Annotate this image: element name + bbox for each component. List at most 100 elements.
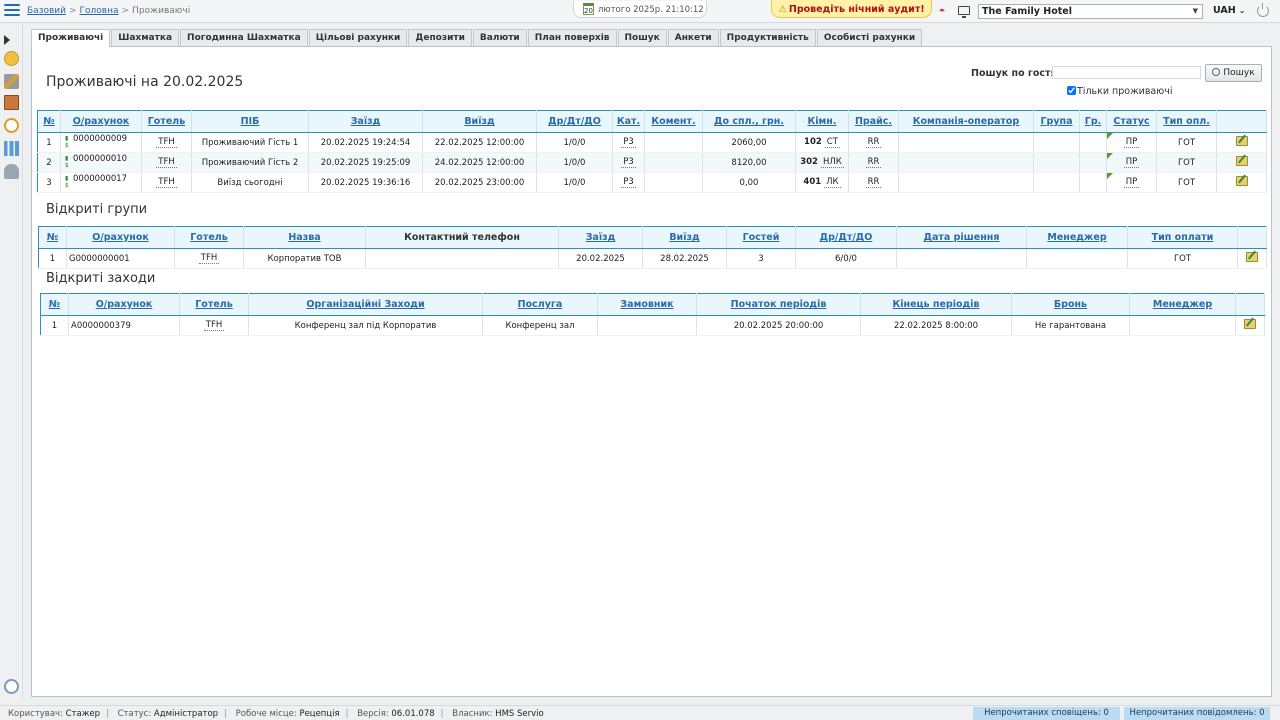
table-row[interactable]: 1 A0000000379 TFH Конференц зал під Корп…	[40, 315, 1265, 336]
tab-residents[interactable]: Проживаючі	[31, 29, 111, 47]
col-hotel[interactable]: Готель	[174, 226, 244, 249]
power-icon[interactable]	[1257, 3, 1269, 17]
col-booking[interactable]: Бронь	[1011, 293, 1130, 316]
col-name[interactable]: Назва	[243, 226, 366, 249]
col-number[interactable]: №	[37, 110, 61, 133]
col-price[interactable]: Прайс.	[848, 110, 899, 133]
guests: 1/0/0	[536, 132, 613, 153]
col-number[interactable]: №	[38, 226, 67, 249]
col-account[interactable]: О/рахунок	[68, 293, 180, 316]
table-row[interactable]: 2 ▮ $ 0000000010 TFH Проживаючий Гість 2 2…	[37, 152, 1267, 173]
journal-icon[interactable]	[4, 95, 19, 110]
col-split[interactable]: Др/Дт/ДО	[795, 226, 897, 249]
col-check-out[interactable]: Виїзд	[422, 110, 537, 133]
col-category[interactable]: Кат.	[612, 110, 645, 133]
price-code: RR	[865, 157, 882, 168]
col-guests[interactable]: Др/Дт/ДО	[536, 110, 613, 133]
unread-messages[interactable]: Непрочитаних повідомлень: 0	[1124, 707, 1270, 720]
col-due[interactable]: До спл., грн.	[702, 110, 796, 133]
tab-chessboard[interactable]: Шахматка	[111, 29, 180, 47]
tab-deposits[interactable]: Депозити	[408, 29, 472, 47]
tab-currencies[interactable]: Валюти	[472, 29, 527, 47]
col-event[interactable]: Організаційні Заходи	[248, 293, 483, 316]
hotel-select[interactable]: The Family Hotel ▼	[978, 4, 1203, 19]
col-guests[interactable]: Гостей	[726, 226, 796, 249]
guests: 1/0/0	[536, 152, 613, 173]
col-manager[interactable]: Менеджер	[1129, 293, 1236, 316]
account-number: 0000000010	[73, 154, 128, 164]
night-audit-alert[interactable]: ⚠ Проведіть нічний аудит!	[771, 0, 932, 18]
tab-personal-accounts[interactable]: Особисті рахунки	[816, 29, 923, 47]
group-account[interactable]: G0000000001	[66, 248, 175, 269]
actions-cell	[1216, 172, 1267, 193]
col-pay-type[interactable]: Тип опл.	[1156, 110, 1217, 133]
col-account[interactable]: О/рахунок	[66, 226, 175, 249]
col-pay-type[interactable]: Тип оплати	[1127, 226, 1238, 249]
version-value: 06.01.078	[391, 709, 435, 719]
edit-icon[interactable]	[1235, 136, 1248, 146]
edit-icon[interactable]	[1235, 176, 1248, 186]
col-decision-date[interactable]: Дата рішення	[896, 226, 1027, 249]
col-status[interactable]: Статус	[1106, 110, 1157, 133]
table-row[interactable]: 3 ▮ $ 0000000017 TFH Виїзд сьогодні 20.02.…	[37, 172, 1267, 193]
account-cell[interactable]: ▮ $ 0000000010	[60, 152, 142, 173]
menu-icon[interactable]	[4, 4, 20, 18]
expand-arrow-icon[interactable]	[4, 35, 10, 45]
breadcrumb-root-link[interactable]: Базовий	[27, 6, 66, 16]
col-number[interactable]: №	[40, 293, 69, 316]
tab-floor-plan[interactable]: План поверхів	[527, 29, 617, 47]
col-group[interactable]: Група	[1033, 110, 1080, 133]
messages-icon[interactable]	[4, 118, 19, 133]
col-period-start[interactable]: Початок періодів	[696, 293, 861, 316]
table-row[interactable]: 1 ▮ $ 0000000009 TFH Проживаючий Гість 1 2…	[37, 132, 1267, 153]
table-row[interactable]: 1 G0000000001 TFH Корпоратив ТОВ 20.02.2…	[38, 248, 1267, 269]
col-check-in[interactable]: Заїзд	[558, 226, 643, 249]
col-gr[interactable]: Гр.	[1079, 110, 1107, 133]
col-hotel[interactable]: Готель	[179, 293, 249, 316]
tab-search[interactable]: Пошук	[617, 29, 667, 47]
event-account[interactable]: A0000000379	[68, 315, 180, 336]
service: Конференц зал	[482, 315, 598, 336]
search-button-label: Пошук	[1223, 68, 1255, 78]
col-customer[interactable]: Замовник	[597, 293, 697, 316]
currency-select[interactable]: UAH ⌄	[1213, 5, 1245, 16]
edit-icon[interactable]	[1244, 319, 1256, 329]
col-company[interactable]: Компанія-оператор	[898, 110, 1034, 133]
info-icon[interactable]	[4, 679, 19, 694]
reports-icon[interactable]	[4, 141, 19, 156]
col-service[interactable]: Послуга	[482, 293, 598, 316]
status-cell: ПР	[1106, 152, 1157, 173]
col-comment[interactable]: Комент.	[644, 110, 703, 133]
col-account[interactable]: О/рахунок	[60, 110, 142, 133]
breadcrumb-home-link[interactable]: Головна	[80, 6, 119, 16]
guest-search-input[interactable]	[1052, 66, 1201, 79]
room-type: СТ	[824, 137, 840, 148]
col-manager[interactable]: Менеджер	[1026, 226, 1128, 249]
tab-target-accounts[interactable]: Цільові рахунки	[308, 29, 408, 47]
col-name[interactable]: ПІБ	[191, 110, 309, 133]
account-cell[interactable]: ▮ $ 0000000017	[60, 172, 142, 193]
tab-forms[interactable]: Анкети	[667, 29, 719, 47]
col-period-end[interactable]: Кінець періодів	[860, 293, 1012, 316]
tab-hourly-chessboard[interactable]: Погодинна Шахматка	[180, 29, 308, 47]
monitor-icon[interactable]	[958, 6, 970, 18]
only-residents-checkbox[interactable]	[1067, 86, 1076, 95]
unread-notifications[interactable]: Непрочитаних сповіщень: 0	[973, 707, 1120, 720]
col-check-out[interactable]: Виїзд	[642, 226, 727, 249]
switch-arrows-icon[interactable]: ◂▸	[939, 6, 945, 14]
edit-icon[interactable]	[1235, 156, 1248, 166]
search-button[interactable]: Пошук	[1205, 64, 1262, 82]
check-out: 28.02.2025	[642, 248, 727, 269]
row-number: 3	[37, 172, 61, 193]
tab-productivity[interactable]: Продуктивність	[719, 29, 816, 47]
open-group-icon[interactable]	[1246, 252, 1258, 262]
col-room[interactable]: Кімн.	[795, 110, 849, 133]
settings-icon[interactable]	[4, 164, 19, 179]
col-hotel[interactable]: Готель	[141, 110, 192, 133]
front-desk-icon[interactable]	[4, 51, 19, 66]
edit-tools-icon[interactable]	[4, 74, 19, 89]
account-cell[interactable]: ▮ $ 0000000009	[60, 132, 142, 153]
only-residents-toggle[interactable]: Тільки проживаючі	[1067, 86, 1173, 97]
calendar-icon[interactable]: 20	[583, 3, 594, 15]
col-check-in[interactable]: Заїзд	[308, 110, 423, 133]
